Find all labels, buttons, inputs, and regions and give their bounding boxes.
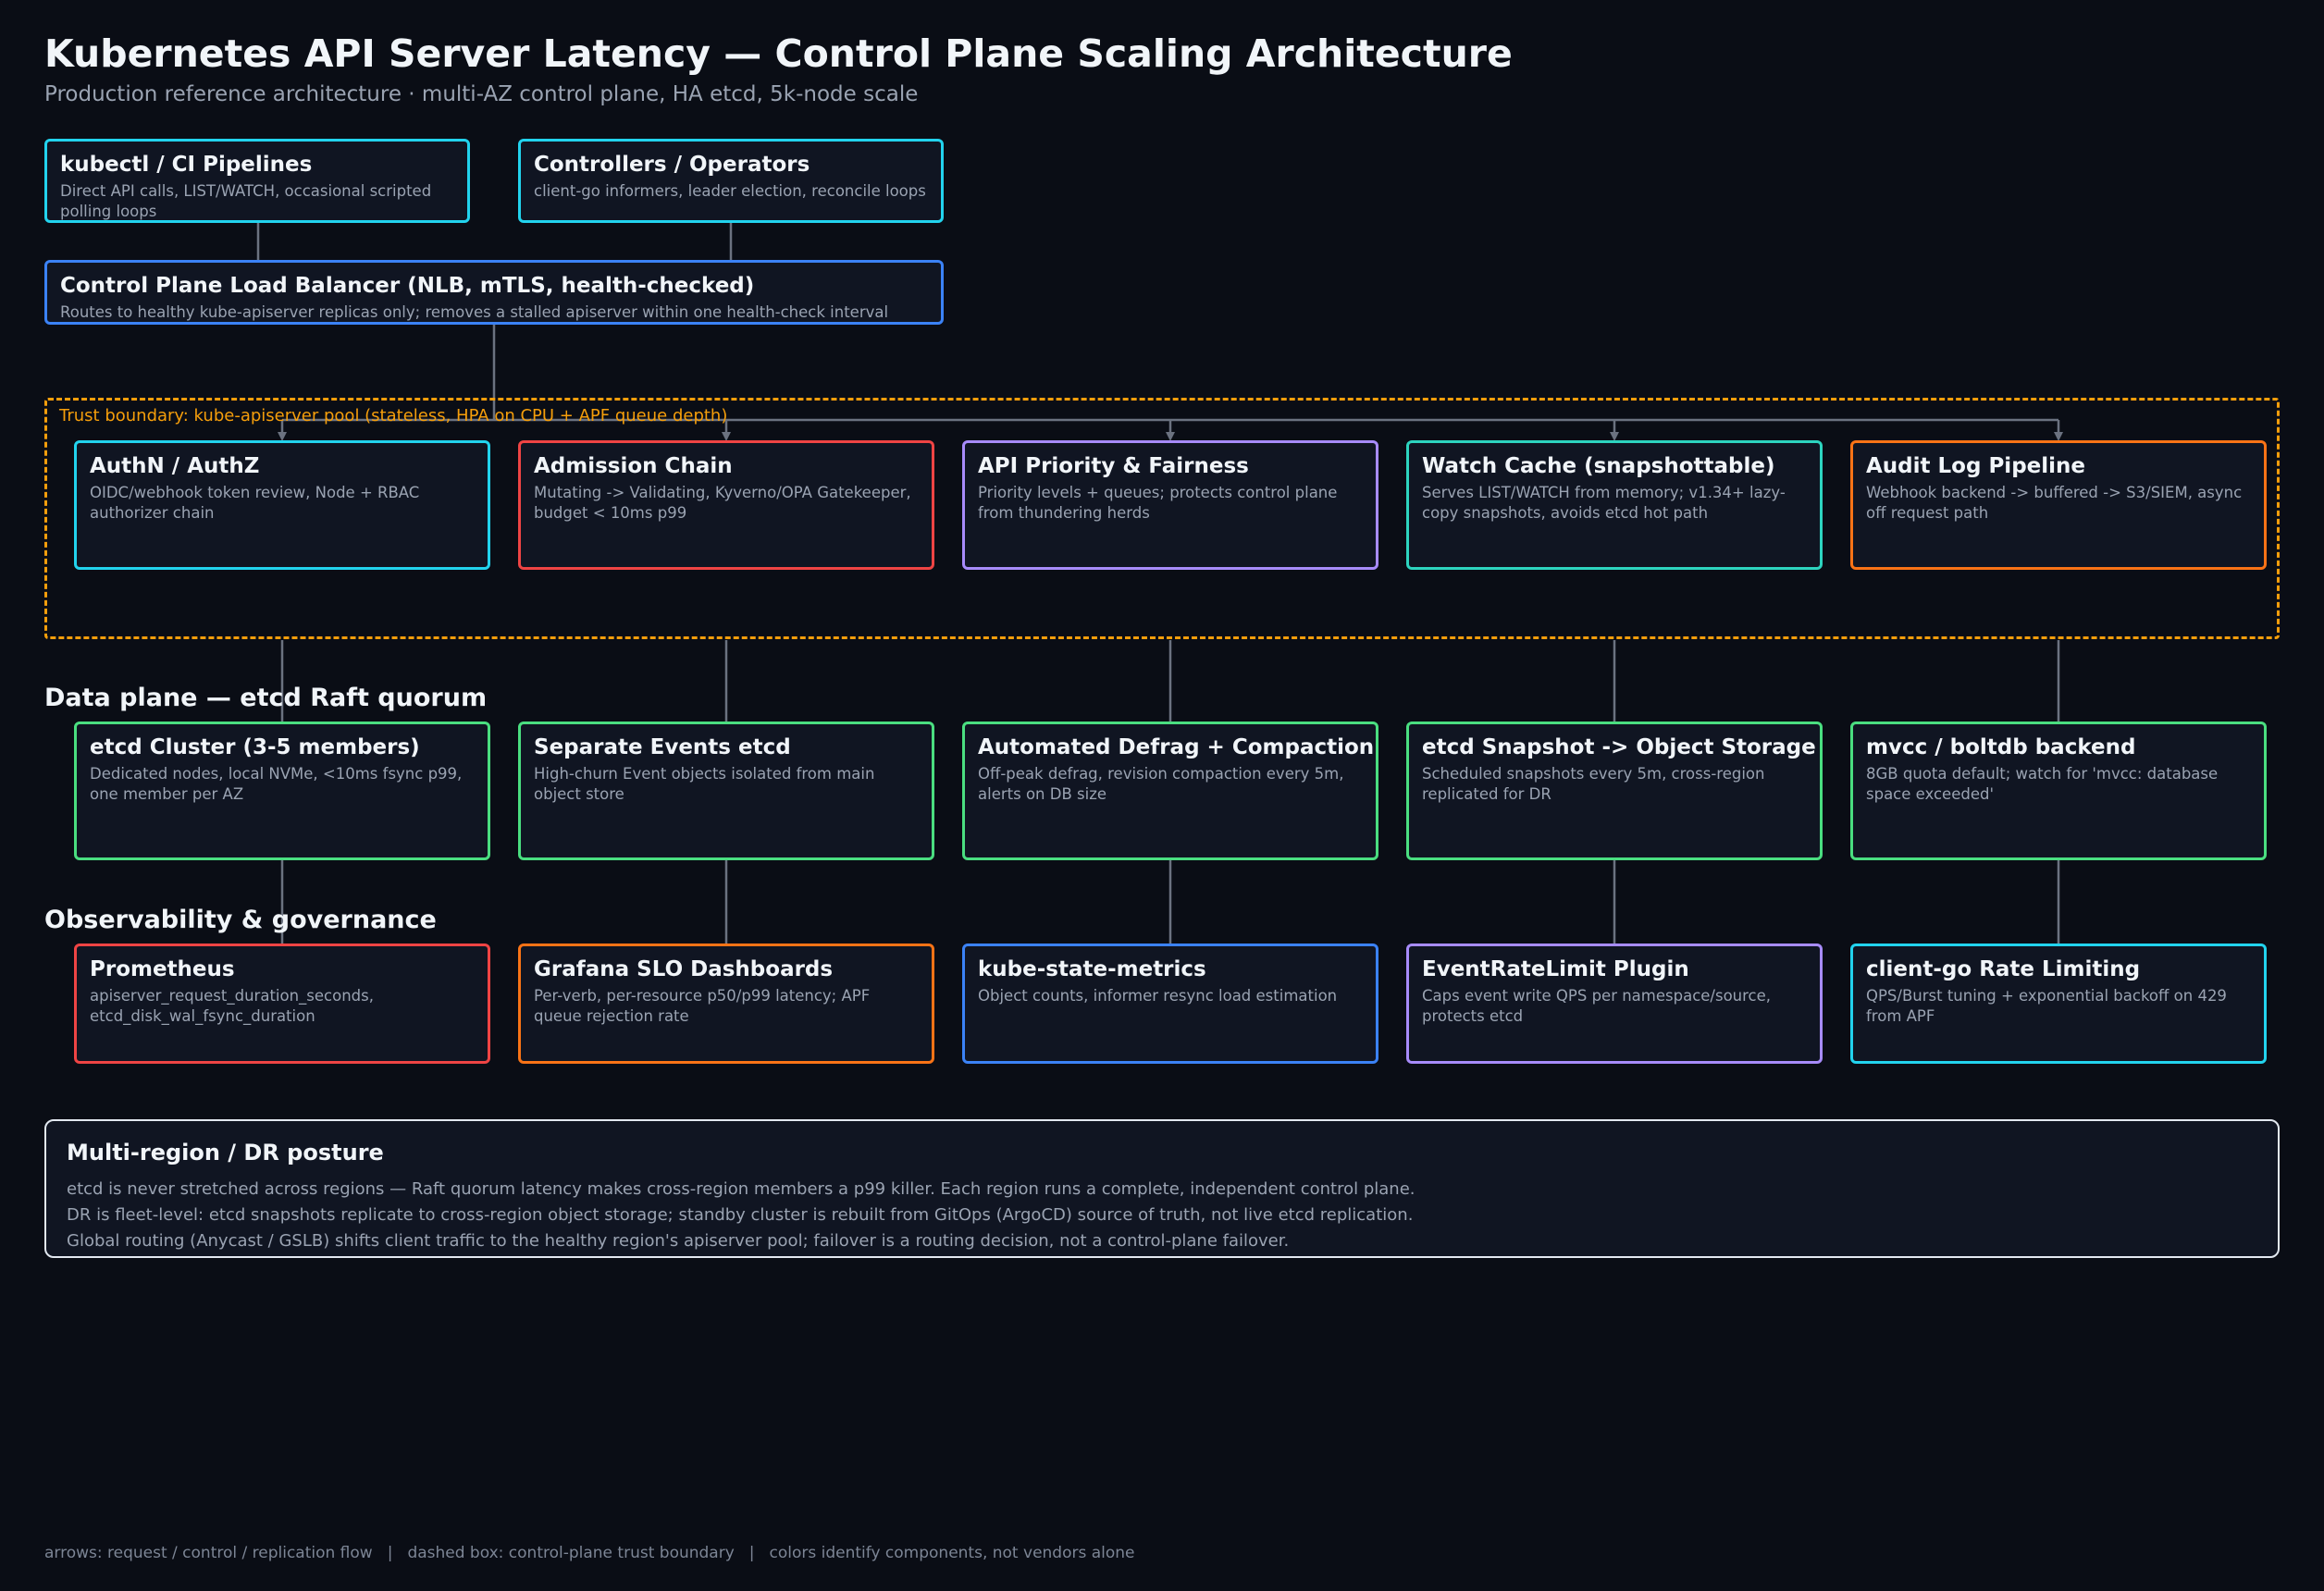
box-title: Watch Cache (snapshottable) xyxy=(1422,454,1775,478)
box-title: EventRateLimit Plugin xyxy=(1422,957,1689,981)
box-description: High-churn Event objects isolated from m… xyxy=(534,765,875,803)
dr-note-line: Global routing (Anycast / GSLB) shifts c… xyxy=(67,1231,1290,1251)
box-description: Mutating -> Validating, Kyverno/OPA Gate… xyxy=(534,484,911,522)
box-description: QPS/Burst tuning + exponential backoff o… xyxy=(1866,987,2227,1025)
client-box-kubectl: kubectl / CI Pipelines Direct API calls,… xyxy=(44,139,470,223)
observability-heading: Observability & governance xyxy=(44,906,437,934)
box-title: Automated Defrag + Compaction xyxy=(978,735,1375,759)
box-title: AuthN / AuthZ xyxy=(90,454,260,478)
trust-boundary-label: Trust boundary: kube-apiserver pool (sta… xyxy=(59,406,728,426)
dr-posture-title: Multi-region / DR posture xyxy=(67,1140,384,1166)
box-title: kube-state-metrics xyxy=(978,957,1206,981)
box-description: Routes to healthy kube-apiserver replica… xyxy=(60,303,889,321)
box-title: Separate Events etcd xyxy=(534,735,791,759)
box-title: Audit Log Pipeline xyxy=(1866,454,2085,478)
box-title: mvcc / boltdb backend xyxy=(1866,735,2136,759)
etcd-box-defrag: Automated Defrag + Compaction Off-peak d… xyxy=(962,722,1378,860)
box-title: Grafana SLO Dashboards xyxy=(534,957,834,981)
box-description: 8GB quota default; watch for 'mvcc: data… xyxy=(1866,765,2219,803)
obs-box-kube-state-metrics: kube-state-metrics Object counts, inform… xyxy=(962,944,1378,1064)
dr-note-line: DR is fleet-level: etcd snapshots replic… xyxy=(67,1205,1414,1225)
box-title: Control Plane Load Balancer (NLB, mTLS, … xyxy=(60,274,755,298)
box-title: API Priority & Fairness xyxy=(978,454,1249,478)
legend-item-colors: colors identify components, not vendors … xyxy=(769,1544,1135,1562)
legend: arrows: request / control / replication … xyxy=(44,1544,1135,1562)
box-title: client-go Rate Limiting xyxy=(1866,957,2141,981)
box-description: apiserver_request_duration_seconds, etcd… xyxy=(90,987,374,1025)
obs-box-prometheus: Prometheus apiserver_request_duration_se… xyxy=(74,944,490,1064)
box-description: Serves LIST/WATCH from memory; v1.34+ la… xyxy=(1422,484,1786,522)
box-description: Caps event write QPS per namespace/sourc… xyxy=(1422,987,1772,1025)
page-subtitle: Production reference architecture · mult… xyxy=(44,82,919,106)
apiserver-box-admission: Admission Chain Mutating -> Validating, … xyxy=(518,440,934,570)
box-description: Priority levels + queues; protects contr… xyxy=(978,484,1338,522)
legend-item-dashed-box: dashed box: control-plane trust boundary xyxy=(407,1544,735,1562)
etcd-box-snapshot: etcd Snapshot -> Object Storage Schedule… xyxy=(1406,722,1823,860)
legend-separator: | xyxy=(387,1544,393,1562)
obs-box-client-go: client-go Rate Limiting QPS/Burst tuning… xyxy=(1850,944,2267,1064)
obs-box-grafana: Grafana SLO Dashboards Per-verb, per-res… xyxy=(518,944,934,1064)
box-description: Direct API calls, LIST/WATCH, occasional… xyxy=(60,182,432,220)
apiserver-box-apf: API Priority & Fairness Priority levels … xyxy=(962,440,1378,570)
box-title: Admission Chain xyxy=(534,454,733,478)
box-title: Controllers / Operators xyxy=(534,153,810,177)
load-balancer-box: Control Plane Load Balancer (NLB, mTLS, … xyxy=(44,260,944,325)
box-description: Scheduled snapshots every 5m, cross-regi… xyxy=(1422,765,1765,803)
apiserver-box-authn: AuthN / AuthZ OIDC/webhook token review,… xyxy=(74,440,490,570)
box-title: Prometheus xyxy=(90,957,235,981)
box-title: kubectl / CI Pipelines xyxy=(60,153,313,177)
legend-item-arrows: arrows: request / control / replication … xyxy=(44,1544,373,1562)
page-title: Kubernetes API Server Latency — Control … xyxy=(44,31,1513,76)
dr-posture-panel: Multi-region / DR posture etcd is never … xyxy=(44,1119,2280,1258)
obs-box-eventratelimit: EventRateLimit Plugin Caps event write Q… xyxy=(1406,944,1823,1064)
client-box-controllers: Controllers / Operators client-go inform… xyxy=(518,139,944,223)
apiserver-box-audit: Audit Log Pipeline Webhook backend -> bu… xyxy=(1850,440,2267,570)
dr-posture-notes: etcd is never stretched across regions —… xyxy=(67,1177,2257,1254)
etcd-box-events: Separate Events etcd High-churn Event ob… xyxy=(518,722,934,860)
box-title: etcd Cluster (3-5 members) xyxy=(90,735,420,759)
box-description: Per-verb, per-resource p50/p99 latency; … xyxy=(534,987,871,1025)
box-description: Webhook backend -> buffered -> S3/SIEM, … xyxy=(1866,484,2243,522)
data-plane-heading: Data plane — etcd Raft quorum xyxy=(44,684,488,712)
etcd-box-cluster: etcd Cluster (3-5 members) Dedicated nod… xyxy=(74,722,490,860)
box-description: OIDC/webhook token review, Node + RBAC a… xyxy=(90,484,420,522)
box-title: etcd Snapshot -> Object Storage xyxy=(1422,735,1816,759)
dr-note-line: etcd is never stretched across regions —… xyxy=(67,1179,1415,1199)
box-description: Object counts, informer resync load esti… xyxy=(978,987,1338,1005)
apiserver-box-watch-cache: Watch Cache (snapshottable) Serves LIST/… xyxy=(1406,440,1823,570)
box-description: Off-peak defrag, revision compaction eve… xyxy=(978,765,1344,803)
box-description: Dedicated nodes, local NVMe, <10ms fsync… xyxy=(90,765,463,803)
etcd-box-mvcc: mvcc / boltdb backend 8GB quota default;… xyxy=(1850,722,2267,860)
box-description: client-go informers, leader election, re… xyxy=(534,182,926,200)
legend-separator: | xyxy=(748,1544,755,1562)
